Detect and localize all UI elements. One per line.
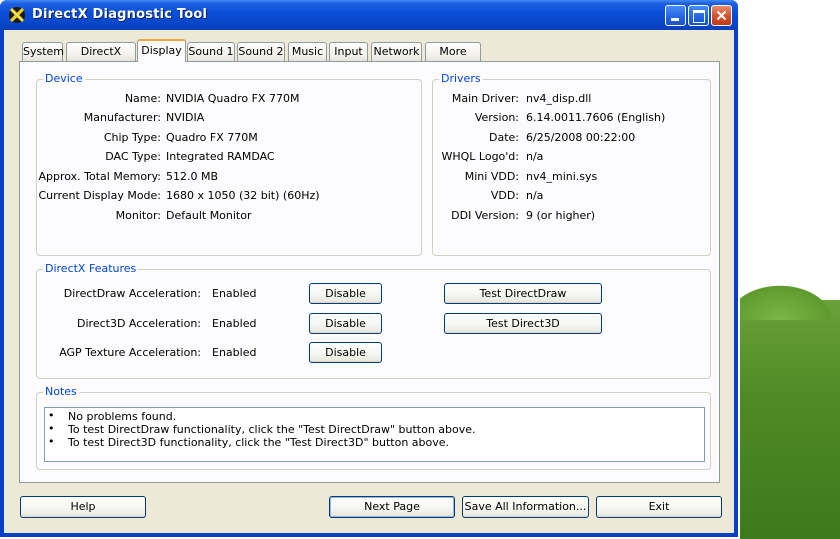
close-icon: [716, 10, 727, 21]
driver-label: DDI Version:: [451, 209, 519, 222]
device-row-memory: Approx. Total Memory: 512.0 MB: [37, 170, 417, 186]
driver-label: VDD:: [490, 189, 519, 202]
feature-label: AGP Texture Acceleration:: [59, 346, 201, 359]
driver-row-whql: WHQL Logo'd: n/a: [433, 150, 708, 166]
tab-directx-files[interactable]: DirectX Files: [66, 42, 136, 76]
driver-row-mini-vdd: Mini VDD: nv4_mini.sys: [433, 170, 708, 186]
notes-group: Notes • No problems found. • To test Dir…: [36, 385, 711, 470]
device-value: NVIDIA: [166, 111, 205, 124]
disable-agp-button[interactable]: Disable: [309, 342, 382, 363]
bullet-icon: •: [48, 409, 55, 422]
close-button[interactable]: [711, 5, 732, 26]
device-label: Chip Type:: [103, 131, 161, 144]
tab-sound-2[interactable]: Sound 2: [237, 42, 285, 61]
driver-value: nv4_mini.sys: [526, 170, 598, 183]
device-label: Current Display Mode:: [38, 189, 161, 202]
maximize-button[interactable]: [688, 5, 709, 26]
driver-value: 6.14.0011.7606 (English): [526, 111, 666, 124]
dialog-client-area: System DirectX Files Display Sound 1 Sou…: [4, 30, 734, 533]
driver-label: Date:: [489, 131, 519, 144]
driver-value: nv4_disp.dll: [526, 92, 592, 105]
tab-display[interactable]: Display: [137, 39, 186, 62]
desktop-sky: [740, 0, 840, 300]
device-value: Integrated RAMDAC: [166, 150, 275, 163]
note-text: To test Direct3D functionality, click th…: [68, 436, 450, 449]
feature-status: Enabled: [212, 346, 257, 359]
device-label: Manufacturer:: [83, 111, 161, 124]
bullet-icon: •: [48, 435, 55, 448]
driver-row-version: Version: 6.14.0011.7606 (English): [433, 111, 708, 127]
disable-directdraw-button[interactable]: Disable: [309, 283, 382, 304]
driver-label: Mini VDD:: [464, 170, 519, 183]
device-value: 1680 x 1050 (32 bit) (60Hz): [166, 189, 320, 202]
disable-direct3d-button[interactable]: Disable: [309, 313, 382, 334]
window-title: DirectX Diagnostic Tool: [32, 7, 208, 22]
help-button[interactable]: Help: [20, 496, 146, 518]
driver-value: n/a: [526, 150, 544, 163]
notes-legend: Notes: [43, 385, 79, 398]
device-group: Device Name: NVIDIA Quadro FX 770M Manuf…: [36, 72, 422, 256]
driver-value: n/a: [526, 189, 544, 202]
device-row-dac-type: DAC Type: Integrated RAMDAC: [37, 150, 417, 166]
device-value: Default Monitor: [166, 209, 252, 222]
driver-row-vdd: VDD: n/a: [433, 189, 708, 205]
directx-features-group: DirectX Features DirectDraw Acceleration…: [36, 262, 711, 379]
title-bar[interactable]: DirectX Diagnostic Tool: [0, 0, 738, 30]
save-all-information-button[interactable]: Save All Information...: [462, 496, 589, 518]
device-row-name: Name: NVIDIA Quadro FX 770M: [37, 92, 417, 108]
driver-label: Main Driver:: [451, 92, 519, 105]
tab-input[interactable]: Input: [329, 42, 368, 61]
test-directdraw-button[interactable]: Test DirectDraw: [444, 283, 602, 304]
drivers-legend: Drivers: [439, 72, 483, 85]
desktop-background: [740, 0, 840, 539]
driver-value: 6/25/2008 00:22:00: [526, 131, 636, 144]
feature-label: DirectDraw Acceleration:: [63, 287, 201, 300]
desktop-hill: [740, 280, 840, 320]
device-value: NVIDIA Quadro FX 770M: [166, 92, 300, 105]
device-legend: Device: [43, 72, 85, 85]
desktop-grass: [740, 300, 840, 539]
device-label: Approx. Total Memory:: [38, 170, 162, 183]
driver-label: WHQL Logo'd:: [441, 150, 519, 163]
notes-textbox[interactable]: • No problems found. • To test DirectDra…: [44, 407, 705, 462]
device-label: Monitor:: [115, 209, 161, 222]
tab-network[interactable]: Network: [371, 42, 422, 61]
device-row-manufacturer: Manufacturer: NVIDIA: [37, 111, 417, 127]
feature-label: Direct3D Acceleration:: [77, 317, 201, 330]
tab-more-help[interactable]: More Help: [425, 42, 481, 76]
features-legend: DirectX Features: [43, 262, 139, 275]
exit-button[interactable]: Exit: [596, 496, 722, 518]
drivers-group: Drivers Main Driver: nv4_disp.dll Versio…: [432, 72, 711, 256]
driver-value: 9 (or higher): [526, 209, 596, 222]
next-page-button[interactable]: Next Page: [329, 496, 455, 518]
note-text: No problems found.: [68, 410, 177, 423]
feature-status: Enabled: [212, 287, 257, 300]
device-value: Quadro FX 770M: [166, 131, 258, 144]
driver-row-date: Date: 6/25/2008 00:22:00: [433, 131, 708, 147]
minimize-button[interactable]: [665, 5, 686, 26]
display-tab-panel: Device Name: NVIDIA Quadro FX 770M Manuf…: [19, 61, 720, 483]
driver-row-ddi: DDI Version: 9 (or higher): [433, 209, 708, 225]
directx-icon: [9, 7, 25, 23]
device-label: Name:: [124, 92, 161, 105]
driver-label: Version:: [474, 111, 519, 124]
tab-music[interactable]: Music: [288, 42, 327, 61]
tab-system[interactable]: System: [22, 42, 64, 61]
test-direct3d-button[interactable]: Test Direct3D: [444, 313, 602, 334]
device-row-monitor: Monitor: Default Monitor: [37, 209, 417, 225]
feature-status: Enabled: [212, 317, 257, 330]
device-label: DAC Type:: [105, 150, 161, 163]
device-value: 512.0 MB: [166, 170, 219, 183]
driver-row-main: Main Driver: nv4_disp.dll: [433, 92, 708, 108]
device-row-display-mode: Current Display Mode: 1680 x 1050 (32 bi…: [37, 189, 417, 205]
bullet-icon: •: [48, 422, 55, 435]
dxdiag-window: DirectX Diagnostic Tool System DirectX F…: [0, 0, 738, 537]
note-text: To test DirectDraw functionality, click …: [68, 423, 476, 436]
device-row-chip-type: Chip Type: Quadro FX 770M: [37, 131, 417, 147]
tab-sound-1[interactable]: Sound 1: [187, 42, 235, 61]
